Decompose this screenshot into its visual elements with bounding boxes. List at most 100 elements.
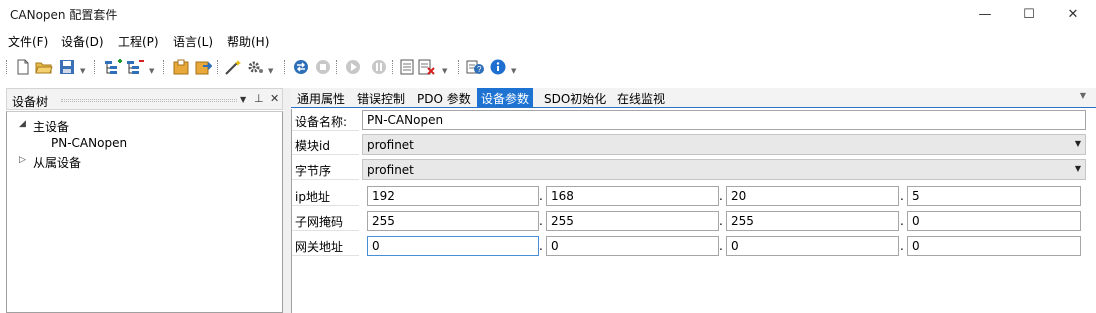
tab-online-monitor[interactable]: 在线监视 bbox=[613, 88, 669, 107]
menu-bar: 文件(F) 设备(D) 工程(P) 语言(L) 帮助(H) bbox=[0, 31, 1096, 51]
ip-octet-4[interactable]: 5 bbox=[907, 186, 1081, 206]
tab-error-control[interactable]: 错误控制 bbox=[353, 88, 409, 107]
gateway-octet-4[interactable]: 0 bbox=[907, 236, 1081, 256]
byte-order-label: 字节序 bbox=[292, 158, 359, 180]
chevron-down-icon: ▼ bbox=[1074, 139, 1081, 148]
tab-pdo[interactable]: PDO 参数 bbox=[413, 88, 475, 107]
remove-device-icon[interactable] bbox=[126, 58, 144, 76]
panel-drag-handle[interactable] bbox=[61, 99, 237, 102]
menu-project[interactable]: 工程(P) bbox=[118, 33, 159, 50]
wizard-icon[interactable] bbox=[224, 58, 242, 76]
subnet-separator: . bbox=[719, 214, 723, 228]
minimize-button[interactable]: — bbox=[962, 0, 1008, 28]
subnet-octet-4[interactable]: 0 bbox=[907, 211, 1081, 231]
device-name-field[interactable]: PN-CANopen bbox=[362, 110, 1086, 130]
svg-text:?: ? bbox=[477, 65, 482, 74]
toolbar-overflow-icon[interactable]: ▼ bbox=[268, 67, 273, 75]
pin-icon[interactable]: ⊥ bbox=[254, 92, 264, 105]
ip-octet-2[interactable]: 168 bbox=[546, 186, 719, 206]
device-tree: ◢ 主设备 PN-CANopen ▷ 从属设备 bbox=[6, 111, 283, 313]
ip-octet-3[interactable]: 20 bbox=[726, 186, 899, 206]
toolbar: ▼ ▼ ▼ ▼ ? ▼ bbox=[0, 55, 1096, 81]
gateway-separator: . bbox=[719, 239, 723, 253]
device-tree-header: 设备树 ▼ ⊥ ✕ bbox=[6, 88, 283, 110]
close-button[interactable]: ✕ bbox=[1050, 0, 1096, 28]
close-icon: ✕ bbox=[1067, 6, 1079, 22]
tab-list-dropdown-icon[interactable]: ▼ bbox=[1080, 91, 1086, 100]
menu-help[interactable]: 帮助(H) bbox=[227, 33, 269, 50]
module-id-label: 模块id bbox=[292, 133, 359, 155]
toolbar-grip bbox=[284, 60, 287, 74]
info-icon[interactable] bbox=[489, 58, 507, 76]
open-folder-icon[interactable] bbox=[35, 58, 53, 76]
panel-splitter[interactable] bbox=[283, 88, 291, 313]
device-name-label: 设备名称: bbox=[292, 109, 359, 131]
gateway-separator: . bbox=[900, 239, 904, 253]
ip-label: ip地址 bbox=[292, 184, 359, 206]
panel-close-icon[interactable]: ✕ bbox=[270, 92, 279, 105]
tab-device-params[interactable]: 设备参数 bbox=[477, 88, 534, 107]
help-icon[interactable]: ? bbox=[466, 58, 484, 76]
gateway-octet-3[interactable]: 0 bbox=[726, 236, 899, 256]
gateway-label: 网关地址 bbox=[292, 234, 359, 256]
ip-separator: . bbox=[900, 189, 904, 203]
new-file-icon[interactable] bbox=[14, 58, 32, 76]
maximize-button[interactable]: ☐ bbox=[1006, 0, 1052, 28]
save-icon[interactable] bbox=[58, 58, 76, 76]
tab-sdo-init[interactable]: SDO初始化 bbox=[540, 88, 610, 107]
gateway-octet-2[interactable]: 0 bbox=[546, 236, 719, 256]
module-id-value: profinet bbox=[367, 138, 414, 152]
byte-order-value: profinet bbox=[367, 163, 414, 177]
stop-icon[interactable] bbox=[314, 58, 332, 76]
expand-arrow-icon[interactable]: ◢ bbox=[19, 119, 26, 129]
gateway-octet-1[interactable]: 0 bbox=[367, 236, 539, 256]
toolbar-overflow-icon[interactable]: ▼ bbox=[80, 67, 85, 75]
toolbar-grip bbox=[458, 60, 461, 74]
ip-octet-1[interactable]: 192 bbox=[367, 186, 539, 206]
tab-general[interactable]: 通用属性 bbox=[293, 88, 349, 107]
device-tree-title: 设备树 bbox=[12, 95, 49, 109]
toolbar-overflow-icon[interactable]: ▼ bbox=[511, 67, 516, 75]
toolbar-overflow-icon[interactable]: ▼ bbox=[149, 67, 154, 75]
module-id-select[interactable]: profinet ▼ bbox=[362, 134, 1086, 155]
ip-separator: . bbox=[719, 189, 723, 203]
menu-language[interactable]: 语言(L) bbox=[173, 33, 213, 50]
ip-separator: . bbox=[539, 189, 543, 203]
subnet-separator: . bbox=[900, 214, 904, 228]
window-title: CANopen 配置套件 bbox=[10, 8, 118, 22]
chevron-down-icon: ▼ bbox=[1074, 164, 1081, 173]
connect-icon[interactable] bbox=[292, 58, 310, 76]
toolbar-grip bbox=[163, 60, 166, 74]
subnet-label: 子网掩码 bbox=[292, 209, 359, 231]
menu-file[interactable]: 文件(F) bbox=[8, 33, 48, 50]
subnet-octet-2[interactable]: 255 bbox=[546, 211, 719, 231]
start-icon[interactable] bbox=[344, 58, 362, 76]
subnet-octet-3[interactable]: 255 bbox=[726, 211, 899, 231]
export-icon[interactable] bbox=[194, 58, 212, 76]
menu-device[interactable]: 设备(D) bbox=[61, 33, 104, 50]
add-device-icon[interactable] bbox=[104, 58, 122, 76]
properties-panel: 通用属性 错误控制 PDO 参数 设备参数 SDO初始化 在线监视 ▼ 设备名称… bbox=[291, 88, 1096, 313]
report-icon[interactable] bbox=[398, 58, 416, 76]
panel-dropdown-icon[interactable]: ▼ bbox=[240, 95, 246, 104]
delete-icon[interactable] bbox=[418, 58, 436, 76]
gateway-separator: . bbox=[539, 239, 543, 253]
collapse-arrow-icon[interactable]: ▷ bbox=[19, 155, 26, 165]
tree-item-slave[interactable]: 从属设备 bbox=[33, 154, 81, 171]
device-tree-panel: 设备树 ▼ ⊥ ✕ ◢ 主设备 PN-CANopen ▷ 从属设备 bbox=[6, 88, 283, 313]
title-bar: CANopen 配置套件 — ☐ ✕ bbox=[0, 0, 1096, 28]
device-params-form: 设备名称: PN-CANopen 模块id profinet ▼ 字节序 pro… bbox=[291, 109, 1096, 313]
settings-icon[interactable] bbox=[246, 58, 264, 76]
tree-item-master[interactable]: 主设备 bbox=[33, 118, 69, 135]
toolbar-overflow-icon[interactable]: ▼ bbox=[442, 67, 447, 75]
import-icon[interactable] bbox=[172, 58, 190, 76]
byte-order-select[interactable]: profinet ▼ bbox=[362, 159, 1086, 180]
toolbar-grip bbox=[336, 60, 339, 74]
tree-item-pn-canopen[interactable]: PN-CANopen bbox=[51, 136, 127, 150]
toolbar-grip bbox=[392, 60, 395, 74]
pause-icon[interactable] bbox=[370, 58, 388, 76]
maximize-icon: ☐ bbox=[1023, 6, 1035, 22]
toolbar-grip bbox=[6, 60, 9, 74]
toolbar-grip bbox=[94, 60, 97, 74]
subnet-octet-1[interactable]: 255 bbox=[367, 211, 539, 231]
